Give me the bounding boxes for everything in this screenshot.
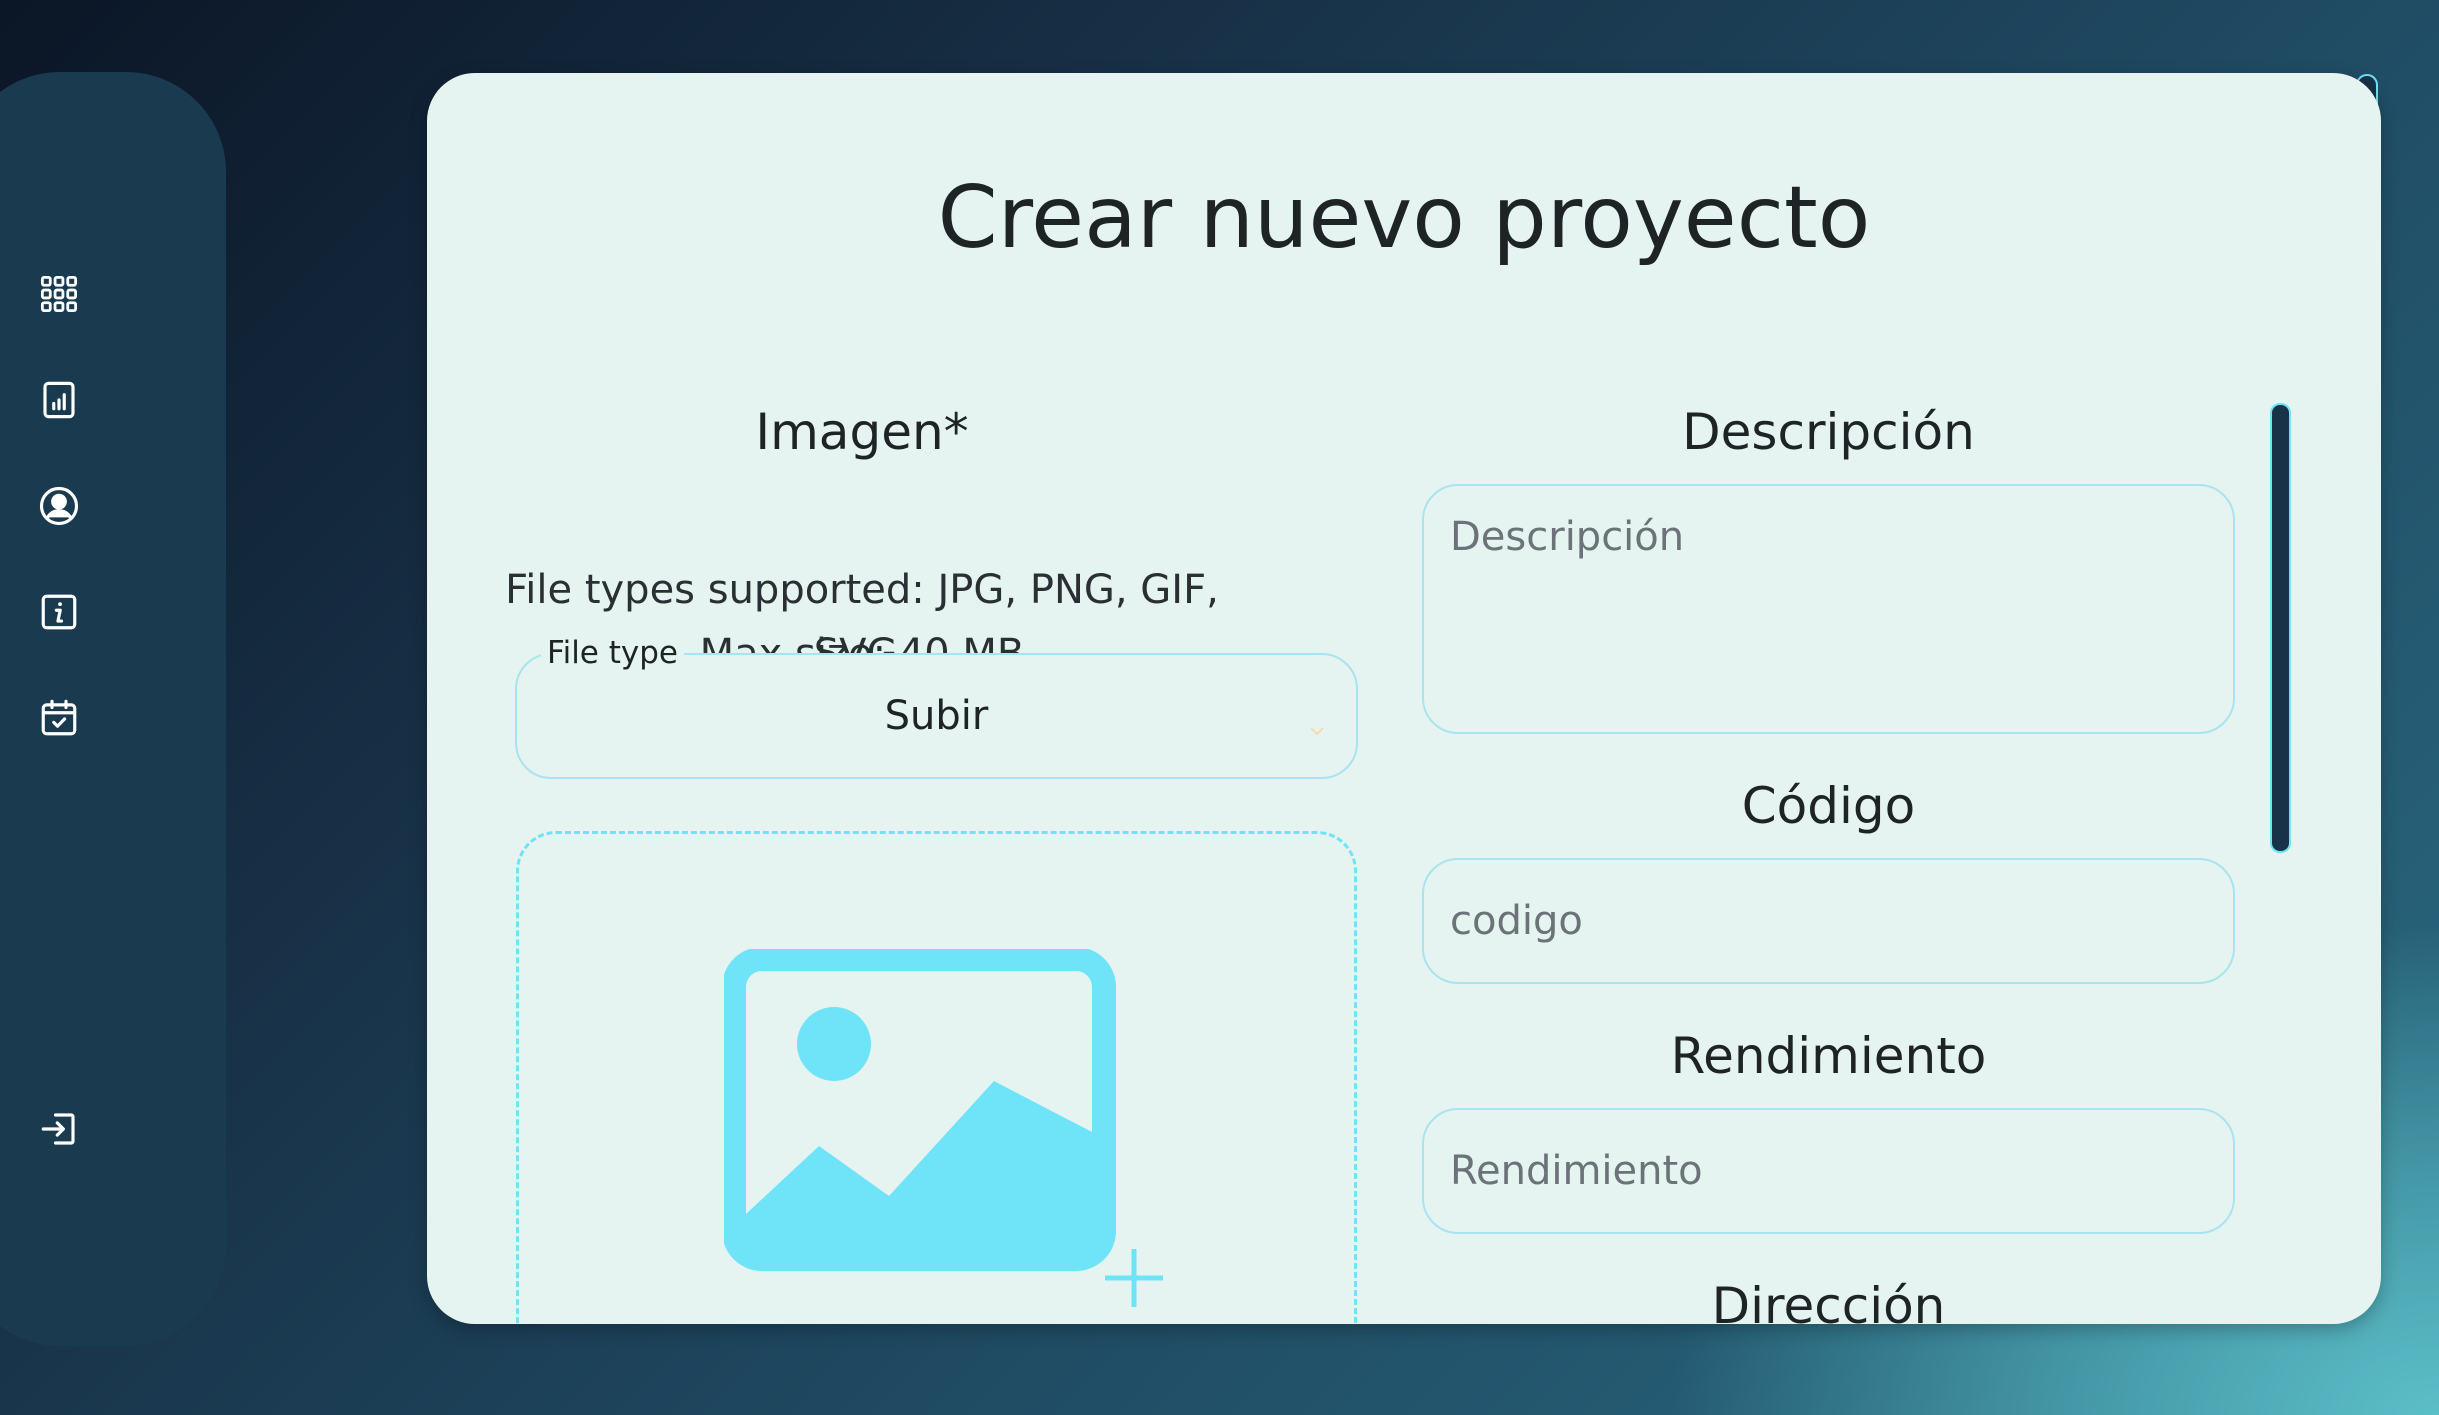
file-type-label: File type [541, 635, 684, 671]
image-upload-icon [724, 949, 1163, 1307]
info-icon[interactable] [36, 589, 82, 635]
form-scrollbar[interactable] [2270, 403, 2291, 853]
image-label: Imagen* [755, 403, 969, 461]
performance-field[interactable] [1422, 1108, 2235, 1234]
sidebar [0, 72, 226, 1346]
logout-icon[interactable] [36, 1106, 82, 1152]
calendar-check-icon[interactable] [36, 695, 82, 741]
code-label: Código [1741, 777, 1916, 835]
user-icon[interactable] [36, 483, 82, 529]
address-label: Dirección [1711, 1277, 1946, 1324]
image-dropzone[interactable] [516, 831, 1357, 1324]
grid-icon[interactable] [36, 271, 82, 317]
page-title: Crear nuevo proyecto [937, 168, 1871, 268]
file-type-select[interactable]: File type Subir [515, 635, 1358, 779]
description-label: Descripción [1682, 403, 1975, 461]
performance-label: Rendimiento [1670, 1027, 1987, 1085]
chevron-down-icon [1310, 727, 1324, 735]
description-field[interactable] [1422, 484, 2235, 734]
chart-icon[interactable] [36, 377, 82, 423]
file-type-value: Subir [884, 693, 989, 739]
create-project-card: Crear nuevo proyecto Imagen* File types … [427, 73, 2381, 1324]
code-field[interactable] [1422, 858, 2235, 984]
